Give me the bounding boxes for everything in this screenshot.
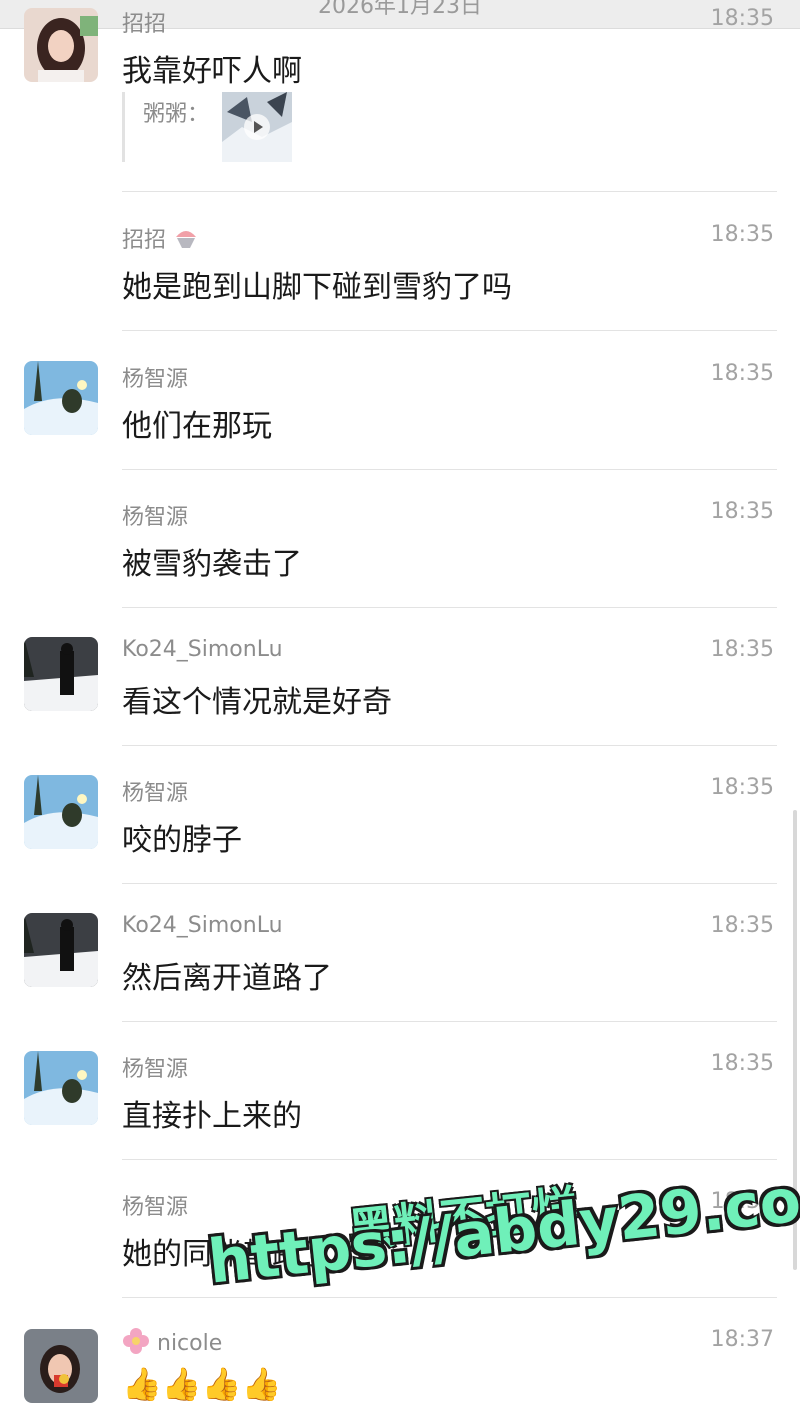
message-time: 18:35 bbox=[710, 499, 774, 524]
avatar[interactable] bbox=[24, 361, 98, 435]
chat-message[interactable]: nicole 18:37 👍👍👍👍 bbox=[0, 1297, 800, 1422]
message-text: 👍👍👍👍 bbox=[122, 1365, 285, 1403]
flower-icon bbox=[122, 1327, 150, 1361]
message-time: 18:35 bbox=[710, 775, 774, 800]
message-time: 18:35 bbox=[710, 637, 774, 662]
sender-name: 杨智源 bbox=[122, 1195, 189, 1220]
chat-message[interactable]: 杨智源 18:35 直接扑上来的 bbox=[0, 1021, 800, 1160]
chat-message[interactable]: Ko24_SimonLu 18:35 然后离开道路了 bbox=[0, 883, 800, 1022]
avatar[interactable] bbox=[24, 913, 98, 987]
chat-message[interactable]: 招招 18:35 她是跑到山脚下碰到雪豹了吗 bbox=[0, 192, 800, 331]
message-text: 我靠好吓人啊 bbox=[122, 54, 302, 89]
avatar[interactable] bbox=[24, 637, 98, 711]
message-text: 直接扑上来的 bbox=[122, 1099, 302, 1134]
thumbs-up-emoji: 👍👍👍👍 bbox=[122, 1365, 282, 1403]
chat-message[interactable]: 杨智源 18:35 咬的脖子 bbox=[0, 745, 800, 884]
avatar[interactable] bbox=[24, 775, 98, 849]
sender-label: nicole bbox=[157, 1331, 223, 1356]
chat-message[interactable]: 招招 18:35 我靠好吓人啊 粥粥： bbox=[0, 0, 800, 192]
message-time: 18:35 bbox=[710, 6, 774, 31]
play-icon[interactable] bbox=[244, 114, 270, 140]
sender-label: 招招 bbox=[122, 228, 167, 253]
sender-name: nicole bbox=[122, 1327, 222, 1361]
video-thumbnail[interactable] bbox=[222, 92, 292, 162]
sender-name: 招招 bbox=[122, 222, 199, 255]
chat-message[interactable]: Ko24_SimonLu 18:35 看这个情况就是好奇 bbox=[0, 607, 800, 746]
chat-message[interactable]: 杨智源 18:35 他们在那玩 bbox=[0, 331, 800, 470]
shaved-ice-icon bbox=[173, 227, 199, 255]
sender-name: Ko24_SimonLu bbox=[122, 637, 283, 662]
sender-name: Ko24_SimonLu bbox=[122, 913, 283, 938]
avatar[interactable] bbox=[24, 1329, 98, 1403]
message-text: 他们在那玩 bbox=[122, 409, 272, 444]
message-text: 咬的脖子 bbox=[122, 823, 242, 858]
quote-sender: 粥粥： bbox=[143, 102, 210, 127]
message-time: 18:35 bbox=[710, 1051, 774, 1076]
sender-name: 杨智源 bbox=[122, 1057, 189, 1082]
message-time: 18:37 bbox=[710, 1327, 774, 1352]
message-text: 被雪豹袭击了 bbox=[122, 547, 302, 582]
message-text: 看这个情况就是好奇 bbox=[122, 685, 392, 720]
message-time: 18:35 bbox=[710, 361, 774, 386]
avatar[interactable] bbox=[24, 1051, 98, 1125]
sender-name: 杨智源 bbox=[122, 781, 189, 806]
chat-message[interactable]: 杨智源 18:35 被雪豹袭击了 bbox=[0, 469, 800, 608]
message-time: 18:35 bbox=[710, 222, 774, 247]
sender-name: 招招 bbox=[122, 12, 167, 37]
message-text: 然后离开道路了 bbox=[122, 961, 332, 996]
sender-name: 杨智源 bbox=[122, 367, 189, 392]
sender-name: 杨智源 bbox=[122, 505, 189, 530]
quoted-message[interactable]: 粥粥： bbox=[122, 92, 325, 162]
avatar[interactable] bbox=[24, 8, 98, 82]
message-text: 她是跑到山脚下碰到雪豹了吗 bbox=[122, 270, 512, 305]
message-time: 18:35 bbox=[710, 913, 774, 938]
